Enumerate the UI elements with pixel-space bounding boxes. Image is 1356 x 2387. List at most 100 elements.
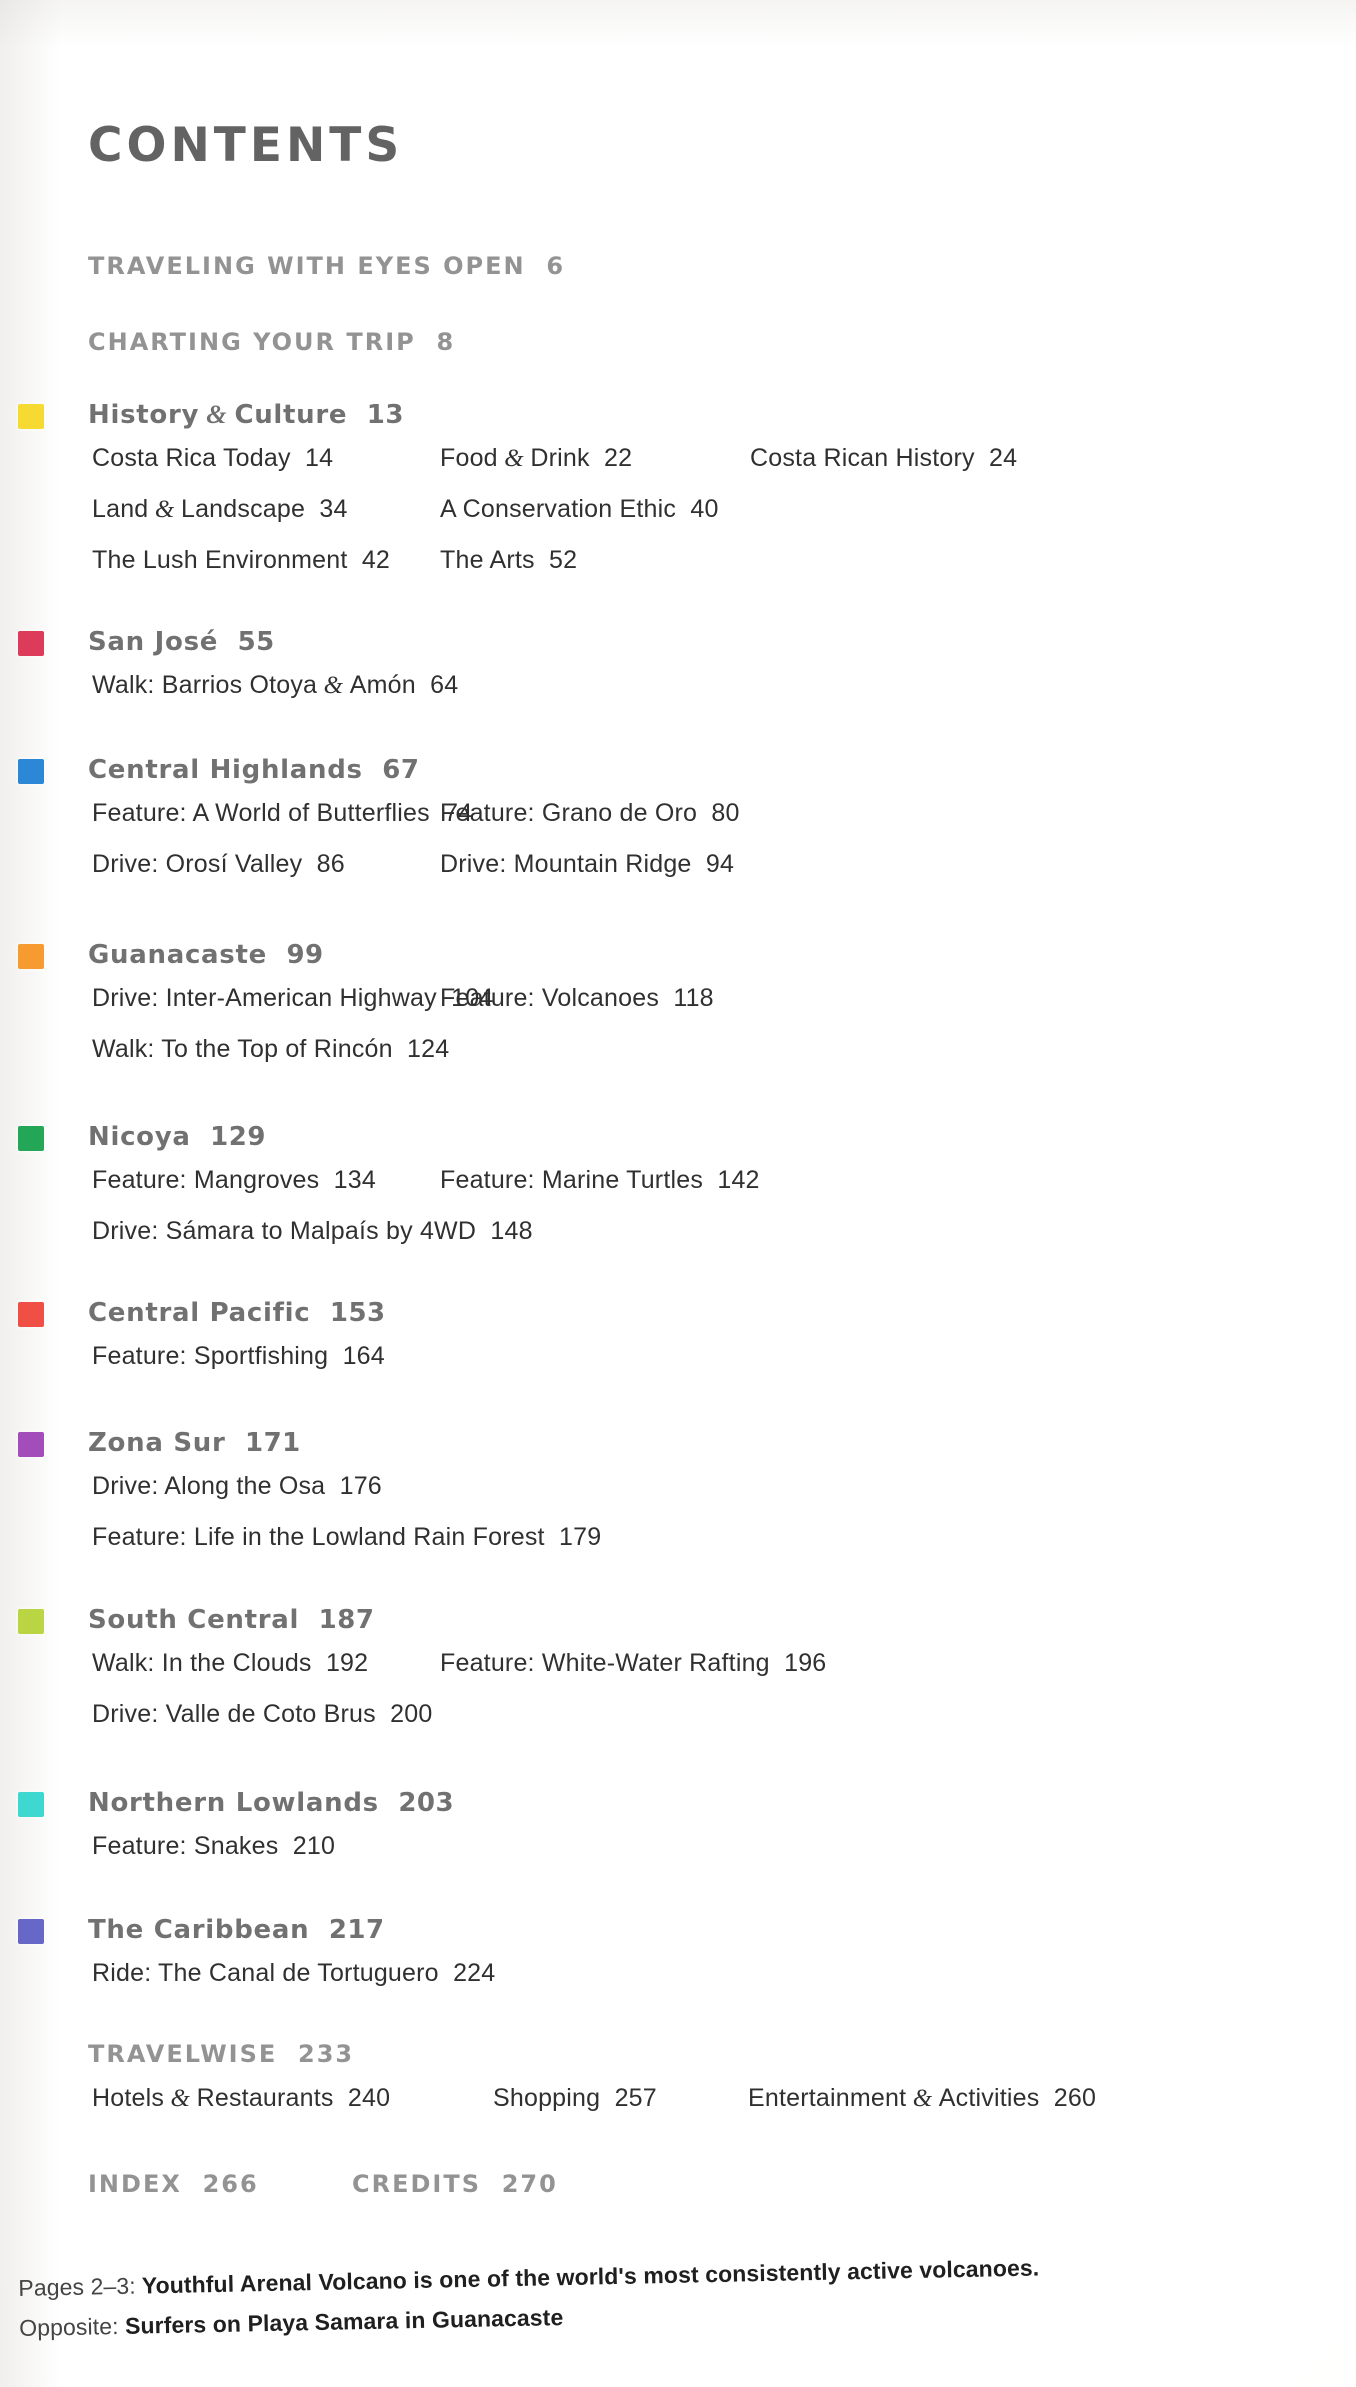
toc-subentry-page: 80 — [711, 799, 740, 827]
toc-subentry[interactable]: Drive: Sámara to Malpaís by 4WD 148 — [92, 1217, 533, 1246]
toc-subentry-label: Feature: Grano de Oro — [440, 799, 698, 827]
index-heading-label: INDEX — [88, 2170, 182, 2198]
toc-subentry[interactable]: Food & Drink 22 — [440, 444, 632, 473]
toc-subentry-label: Walk: Barrios Otoya & Amón — [92, 671, 416, 699]
toc-subentry[interactable]: Feature: Mangroves 134 — [92, 1166, 376, 1195]
toc-subentry-page: 34 — [319, 495, 348, 523]
index-heading[interactable]: INDEX 266 — [88, 2170, 259, 2198]
section-heading-page: 55 — [237, 627, 275, 657]
section-heading-label: Zona Sur — [88, 1428, 226, 1458]
toc-subentry-label: Food & Drink — [440, 444, 590, 472]
travelwise-entry[interactable]: Shopping 257 — [493, 2084, 657, 2113]
front-matter-entry[interactable]: TRAVELING WITH EYES OPEN 6 — [88, 252, 565, 280]
toc-subentry-label: Feature: Snakes — [92, 1832, 279, 1860]
toc-subentry[interactable]: Drive: Inter-American Highway 104 — [92, 984, 493, 1013]
section-heading[interactable]: Guanacaste 99 — [88, 940, 324, 970]
travelwise-heading-label: TRAVELWISE — [88, 2040, 278, 2068]
section-color-swatch — [18, 1126, 44, 1151]
toc-subentry[interactable]: Drive: Orosí Valley 86 — [92, 850, 345, 879]
toc-subentry[interactable]: Feature: Volcanoes 118 — [440, 984, 714, 1013]
section-color-swatch — [18, 404, 44, 429]
section-heading[interactable]: The Caribbean 217 — [88, 1915, 385, 1945]
section-heading-label: Nicoya — [88, 1122, 191, 1152]
toc-subentry-label: Feature: Life in the Lowland Rain Forest — [92, 1523, 545, 1551]
toc-subentry[interactable]: The Arts 52 — [440, 546, 577, 575]
credits-heading-label: CREDITS — [352, 2170, 481, 2198]
section-color-swatch — [18, 1792, 44, 1817]
credits-heading[interactable]: CREDITS 270 — [352, 2170, 558, 2198]
credits-heading-page: 270 — [501, 2170, 558, 2198]
toc-subentry-label: Drive: Valle de Coto Brus — [92, 1700, 376, 1728]
toc-subentry[interactable]: Costa Rican History 24 — [750, 444, 1017, 473]
toc-subentry-page: 14 — [304, 444, 334, 472]
caption-1-lead: Pages 2–3: — [18, 2272, 137, 2301]
travelwise-entry-label: Shopping — [493, 2084, 601, 2112]
toc-subentry-label: Feature: Volcanoes — [440, 984, 660, 1012]
toc-subentry[interactable]: Drive: Mountain Ridge 94 — [440, 850, 734, 879]
section-heading-page: 99 — [286, 940, 324, 970]
toc-subentry-page: 52 — [549, 546, 578, 574]
section-color-swatch — [18, 1432, 44, 1457]
toc-subentry[interactable]: Feature: Grano de Oro 80 — [440, 799, 740, 828]
toc-subentry[interactable]: Walk: Barrios Otoya & Amón 64 — [92, 671, 458, 700]
front-matter-entry[interactable]: CHARTING YOUR TRIP 8 — [88, 328, 455, 356]
index-heading-page: 266 — [202, 2170, 259, 2198]
toc-subentry[interactable]: The Lush Environment 42 — [92, 546, 390, 575]
travelwise-heading[interactable]: TRAVELWISE 233 — [88, 2040, 354, 2068]
section-heading[interactable]: Nicoya 129 — [88, 1122, 266, 1152]
section-color-swatch — [18, 1302, 44, 1327]
travelwise-entry[interactable]: Hotels & Restaurants 240 — [92, 2084, 390, 2113]
travelwise-heading-page: 233 — [298, 2040, 355, 2068]
toc-subentry-label: The Arts — [440, 546, 535, 574]
toc-subentry[interactable]: Walk: In the Clouds 192 — [92, 1649, 368, 1678]
toc-subentry-label: Drive: Inter-American Highway — [92, 984, 437, 1012]
toc-subentry-label: Drive: Along the Osa — [92, 1472, 326, 1500]
front-matter-label: TRAVELING WITH EYES OPEN — [88, 252, 526, 280]
toc-subentry[interactable]: Walk: To the Top of Rincón 124 — [92, 1035, 449, 1064]
travelwise-entry[interactable]: Entertainment & Activities 260 — [748, 2084, 1096, 2113]
toc-subentry-page: 94 — [705, 850, 735, 878]
section-heading-label: Central Highlands — [88, 755, 363, 785]
toc-subentry[interactable]: Costa Rica Today 14 — [92, 444, 333, 473]
toc-subentry-label: Land & Landscape — [92, 495, 306, 523]
toc-subentry[interactable]: Land & Landscape 34 — [92, 495, 348, 524]
toc-subentry[interactable]: Ride: The Canal de Tortuguero 224 — [92, 1959, 495, 1988]
travelwise-entry-page: 257 — [614, 2084, 657, 2112]
travelwise-entry-label: Entertainment & Activities — [748, 2084, 1040, 2112]
toc-subentry-label: Ride: The Canal de Tortuguero — [92, 1959, 439, 1987]
toc-subentry[interactable]: Feature: A World of Butterflies 74 — [92, 799, 472, 828]
section-heading[interactable]: History & Culture 13 — [88, 400, 404, 430]
toc-subentry[interactable]: Feature: Snakes 210 — [92, 1832, 335, 1861]
section-heading[interactable]: Central Highlands 67 — [88, 755, 419, 785]
toc-subentry[interactable]: Feature: Life in the Lowland Rain Forest… — [92, 1523, 601, 1552]
ampersand-glyph: & — [497, 445, 531, 472]
section-heading[interactable]: San José 55 — [88, 627, 275, 657]
section-heading[interactable]: Central Pacific 153 — [88, 1298, 386, 1328]
toc-subentry[interactable]: Drive: Valle de Coto Brus 200 — [92, 1700, 432, 1729]
ampersand-glyph: & — [199, 400, 235, 429]
toc-subentry-page: 134 — [333, 1166, 376, 1194]
section-heading[interactable]: Northern Lowlands 203 — [88, 1788, 454, 1818]
toc-subentry[interactable]: A Conservation Ethic 40 — [440, 495, 719, 524]
toc-subentry[interactable]: Drive: Along the Osa 176 — [92, 1472, 382, 1501]
toc-subentry-page: 86 — [316, 850, 345, 878]
toc-subentry-label: Feature: A World of Butterflies — [92, 799, 430, 827]
section-heading-label: South Central — [88, 1605, 300, 1635]
section-heading-page: 153 — [329, 1298, 386, 1328]
ampersand-glyph: & — [317, 672, 350, 699]
section-heading[interactable]: South Central 187 — [88, 1605, 374, 1635]
section-heading-page: 129 — [210, 1122, 266, 1152]
caption-2-text: Surfers on Playa Samara in Guanacaste — [124, 2304, 564, 2340]
toc-subentry[interactable]: Feature: Marine Turtles 142 — [440, 1166, 760, 1195]
toc-subentry[interactable]: Feature: White-Water Rafting 196 — [440, 1649, 826, 1678]
toc-subentry-label: Walk: In the Clouds — [92, 1649, 312, 1677]
toc-subentry[interactable]: Feature: Sportfishing 164 — [92, 1342, 385, 1371]
section-heading-label: Central Pacific — [88, 1298, 311, 1328]
toc-subentry-page: 118 — [673, 984, 714, 1012]
toc-subentry-page: 224 — [453, 1959, 496, 1987]
toc-subentry-page: 179 — [559, 1523, 602, 1551]
section-color-swatch — [18, 759, 44, 784]
ampersand-glyph: & — [148, 496, 181, 523]
section-heading[interactable]: Zona Sur 171 — [88, 1428, 301, 1458]
toc-subentry-page: 40 — [690, 495, 719, 523]
